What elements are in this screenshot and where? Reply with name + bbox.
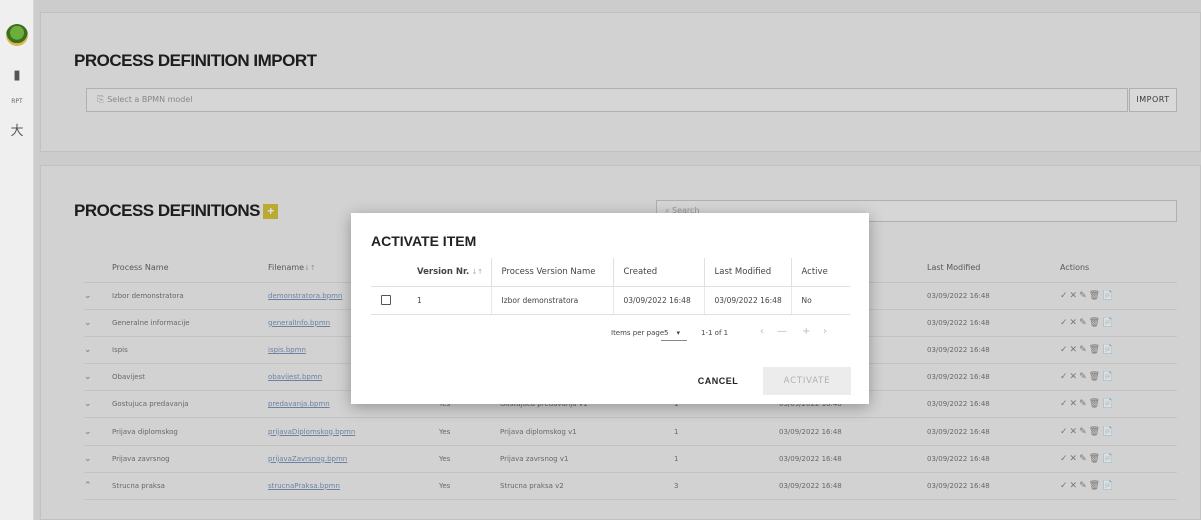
first-page-icon[interactable]: — [777,326,787,337]
items-per-page-label: Items per page [611,329,665,337]
column-header-process-version-name: Process Version Name [490,258,613,287]
active-cell: No [790,286,850,315]
created-cell: 03/09/2022 16:48 [612,286,704,315]
dropdown-arrow-icon: ▾ [676,329,680,337]
page-size-underline [661,340,687,341]
row-select-cell[interactable] [371,286,407,315]
column-header-select [371,258,407,287]
previous-page-icon[interactable]: ‹ [760,326,764,337]
next-page-icon[interactable]: + [802,326,810,337]
person-icon[interactable]: 大 [0,120,34,139]
range-label: 1-1 of 1 [701,329,729,337]
app-logo[interactable] [6,24,28,46]
row-checkbox[interactable] [381,295,391,305]
sidebar: ▮ RPT 大 [0,0,34,520]
column-header-active: Active [790,258,850,287]
cancel-button[interactable]: CANCEL [688,367,748,395]
activate-item-dialog: ACTIVATE ITEM Version Nr. ↓↑ Process Ver… [351,213,869,404]
page-size-select[interactable]: 5 ▾ [664,329,680,337]
versions-table: Version Nr. ↓↑ Process Version Name Crea… [371,258,850,315]
activate-button[interactable]: ACTIVATE [763,367,851,395]
column-header-created: Created [612,258,704,287]
version-nr-cell: 1 [407,286,491,315]
sort-icon: ↓↑ [469,267,484,276]
sidebar-item-rpt[interactable]: RPT [0,98,34,105]
last-page-icon[interactable]: › [823,326,827,337]
document-icon[interactable]: ▮ [0,68,34,83]
process-version-name-cell: Izbor demonstratora [490,286,613,315]
column-header-version-nr[interactable]: Version Nr. ↓↑ [407,258,491,287]
table-row[interactable]: 1 Izbor demonstratora 03/09/2022 16:48 0… [371,286,850,315]
last-modified-cell: 03/09/2022 16:48 [703,286,791,315]
column-header-last-modified: Last Modified [703,258,791,287]
versions-header-row: Version Nr. ↓↑ Process Version Name Crea… [371,258,850,287]
dialog-title: ACTIVATE ITEM [371,233,477,249]
